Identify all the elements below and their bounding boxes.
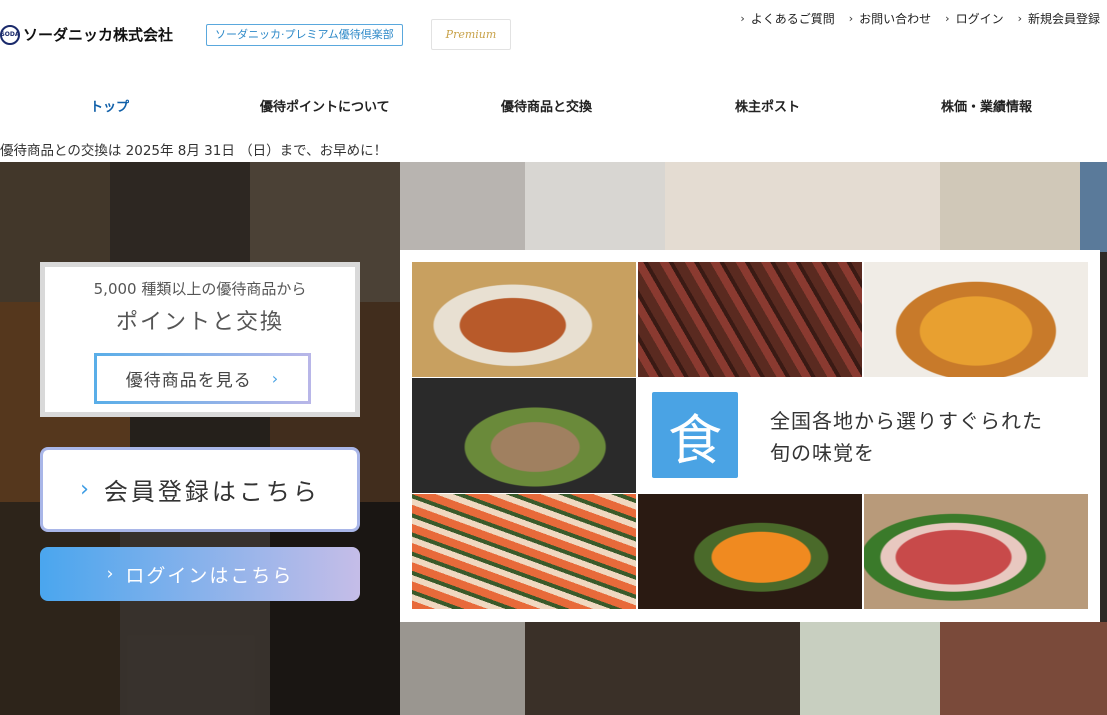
bg-photo-tile: [665, 162, 940, 252]
nav-top[interactable]: トップ: [90, 96, 129, 115]
photo-rice-bowl: [412, 262, 636, 377]
contact-link[interactable]: › お問い合わせ: [849, 10, 931, 27]
hero-banner: 5,000 種類以上の優待商品から ポイントと交換 優待商品を見る › › 会員…: [0, 162, 1107, 715]
bg-photo-tile: [400, 622, 525, 715]
bg-photo-tile: [525, 622, 800, 715]
faq-link[interactable]: › よくあるご質問: [740, 10, 834, 27]
nav-shareholder-post[interactable]: 株主ポスト: [735, 96, 800, 115]
premium-logo: Premium: [431, 19, 511, 50]
photo-steak: [638, 262, 862, 377]
company-logo[interactable]: SODA ソーダニッカ株式会社: [0, 24, 173, 45]
nav-exchange[interactable]: 優待商品と交換: [501, 96, 592, 115]
chevron-right-icon: ›: [80, 477, 92, 502]
faq-link-label: よくあるご質問: [750, 12, 835, 26]
food-category-icon: 食: [652, 392, 738, 478]
photo-mentaiko: [638, 494, 862, 609]
member-register-button[interactable]: › 会員登録はこちら: [40, 447, 360, 532]
login-link-label: ログイン: [955, 12, 1004, 26]
logo-mark-icon: SODA: [0, 24, 20, 45]
bg-photo-tile: [1080, 162, 1107, 252]
register-link[interactable]: › 新規会員登録: [1018, 10, 1100, 27]
promo-title: ポイントと交換: [115, 310, 284, 335]
food-feature-text: 全国各地から選りすぐられた 旬の味覚を: [770, 405, 1043, 469]
food-collage[interactable]: 食 全国各地から選りすぐられた 旬の味覚を: [400, 250, 1100, 622]
nav-stock-info[interactable]: 株価・業績情報: [941, 96, 1032, 115]
bg-photo-tile: [400, 162, 525, 252]
main-nav: トップ 優待ポイントについて 優待商品と交換 株主ポスト 株価・業績情報: [0, 92, 1107, 120]
bg-photo-tile: [940, 622, 1107, 715]
chevron-right-icon: ›: [945, 12, 950, 25]
food-feature-line1: 全国各地から選りすぐられた: [770, 409, 1043, 433]
nav-points[interactable]: 優待ポイントについて: [260, 96, 390, 115]
register-link-label: 新規会員登録: [1027, 12, 1100, 26]
hero-overlay: [0, 162, 400, 715]
utility-nav: › よくあるご質問 › お問い合わせ › ログイン › 新規会員登録: [740, 10, 1100, 27]
promo-subtitle: 5,000 種類以上の優待商品から: [93, 280, 307, 298]
photo-crab: [412, 494, 636, 609]
bg-photo-tile: [525, 162, 665, 252]
bg-photo-tile: [940, 162, 1080, 252]
chevron-right-icon: ›: [271, 369, 280, 388]
member-register-label: 会員登録はこちら: [103, 478, 320, 506]
logo-text: ソーダニッカ株式会社: [23, 26, 174, 44]
view-products-label: 優待商品を見る: [125, 371, 252, 391]
food-feature-line2: 旬の味覚を: [770, 441, 875, 465]
chevron-right-icon: ›: [740, 12, 745, 25]
premium-club-badge[interactable]: ソーダニッカ·プレミアム優待倶楽部: [206, 24, 403, 46]
contact-link-label: お問い合わせ: [859, 12, 932, 26]
login-button-label: ログインはこちら: [125, 564, 294, 587]
photo-soba: [412, 378, 636, 493]
site-header: SODA ソーダニッカ株式会社 ソーダニッカ·プレミアム優待倶楽部 Premiu…: [0, 0, 1107, 70]
photo-dessert: [864, 262, 1088, 377]
product-promo-box: 5,000 種類以上の優待商品から ポイントと交換 優待商品を見る ›: [40, 262, 360, 417]
login-button[interactable]: › ログインはこちら: [40, 547, 360, 601]
chevron-right-icon: ›: [1017, 12, 1022, 25]
photo-sukiyaki: [864, 494, 1088, 609]
bg-photo-tile: [800, 622, 940, 715]
view-products-button[interactable]: 優待商品を見る ›: [94, 353, 311, 404]
login-link[interactable]: › ログイン: [945, 10, 1003, 27]
chevron-right-icon: ›: [106, 564, 116, 584]
food-feature-card: 食 全国各地から選りすぐられた 旬の味覚を: [638, 378, 1088, 493]
chevron-right-icon: ›: [848, 12, 854, 25]
exchange-deadline-notice: 優待商品との交換は 2025年 8月 31日 （日）まで、お早めに！: [0, 143, 388, 159]
